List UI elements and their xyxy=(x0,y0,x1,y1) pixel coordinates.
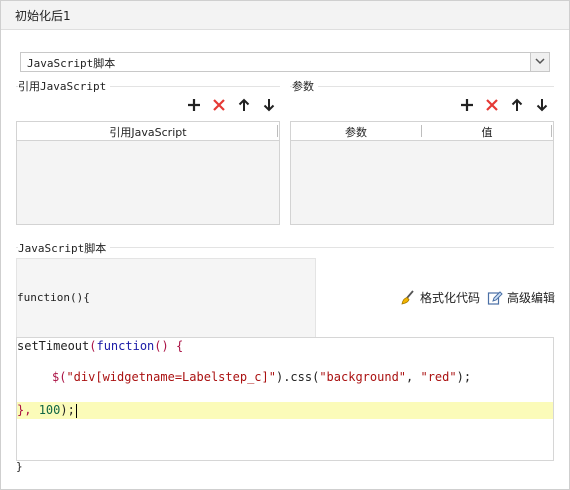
ref-js-table: 引用JavaScript xyxy=(16,121,280,225)
code-token: setTimeout xyxy=(17,339,90,353)
active-line-highlight xyxy=(17,402,553,419)
code-token: () { xyxy=(154,339,184,353)
cross-icon[interactable] xyxy=(211,97,227,113)
format-code-button[interactable]: 格式化代码 xyxy=(400,289,480,306)
code-token: 100 xyxy=(38,403,61,417)
function-header-area: function(){ xyxy=(16,258,316,338)
code-token: "red" xyxy=(420,370,457,384)
table-header: 引用JavaScript xyxy=(17,122,279,141)
plus-icon[interactable] xyxy=(459,97,475,113)
column-separator xyxy=(277,125,278,137)
code-token: "background" xyxy=(319,370,407,384)
code-editor[interactable]: setTimeout(function() { $("div[widgetnam… xyxy=(16,337,554,461)
code-token: ); xyxy=(60,403,75,417)
code-token: function xyxy=(96,339,155,353)
arrow-down-icon[interactable] xyxy=(534,97,550,113)
code-line-3: }, 100); xyxy=(17,403,77,418)
code-line-1: setTimeout(function() { xyxy=(17,339,183,353)
broom-icon xyxy=(401,289,414,305)
arrow-up-icon[interactable] xyxy=(509,97,525,113)
arrow-down-icon[interactable] xyxy=(261,97,277,113)
param-table: 参数 值 xyxy=(290,121,554,225)
code-token: ); xyxy=(456,370,472,384)
chevron-down-icon[interactable] xyxy=(530,53,549,71)
code-token: ).css( xyxy=(275,370,320,384)
code-line-2: $("div[widgetname=Labelstep_c]").css("ba… xyxy=(52,370,471,384)
edit-icon xyxy=(487,290,503,305)
window-title: 初始化后1 xyxy=(15,9,71,23)
code-token: , xyxy=(406,370,421,384)
advanced-edit-label: 高级编辑 xyxy=(507,291,556,305)
script-section-label: JavaScript脚本 xyxy=(18,240,111,256)
code-token: "div[widgetname=Labelstep_c]" xyxy=(66,370,276,384)
ref-section-label: 引用JavaScript xyxy=(18,78,111,94)
plus-icon[interactable] xyxy=(186,97,202,113)
arrow-up-icon[interactable] xyxy=(236,97,252,113)
divider xyxy=(290,86,554,87)
text-cursor xyxy=(75,403,77,418)
advanced-edit-button[interactable]: 高级编辑 xyxy=(487,289,555,306)
script-type-select[interactable]: JavaScript脚本 xyxy=(20,52,550,72)
function-header: function(){ xyxy=(17,291,90,304)
closing-brace: } xyxy=(16,460,23,473)
code-token: $( xyxy=(52,370,67,384)
column-separator xyxy=(551,125,552,137)
param-section-label: 参数 xyxy=(292,78,318,94)
title-bar: 初始化后1 xyxy=(1,1,569,30)
column-header-value[interactable]: 值 xyxy=(422,124,552,140)
column-header-ref-js[interactable]: 引用JavaScript xyxy=(17,124,279,140)
script-type-value: JavaScript脚本 xyxy=(27,57,116,70)
table-header: 参数 值 xyxy=(291,122,553,141)
cross-icon[interactable] xyxy=(484,97,500,113)
format-code-label: 格式化代码 xyxy=(420,291,481,305)
column-header-param[interactable]: 参数 xyxy=(291,124,421,140)
code-token: }, xyxy=(17,403,39,417)
